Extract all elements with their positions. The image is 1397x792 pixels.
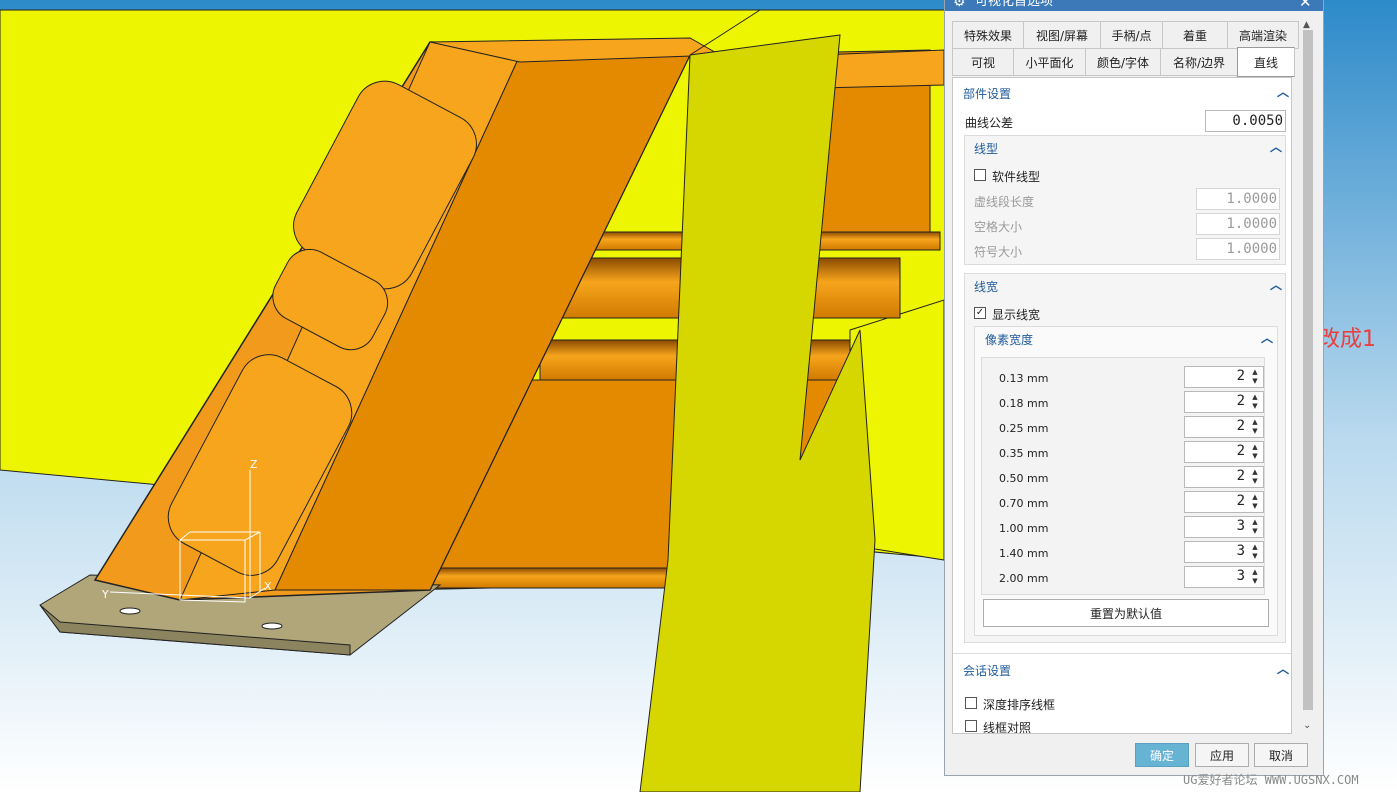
spin-arrows-icon[interactable]: ▲ ▼ — [1250, 518, 1260, 536]
cancel-button[interactable]: 取消 — [1254, 743, 1308, 767]
width-mm-label: 0.35 mm — [999, 447, 1049, 460]
tab-row-1: 特殊效果 视图/屏幕 手柄/点 着重 高端渲染 — [952, 21, 1299, 49]
apply-button[interactable]: 应用 — [1195, 743, 1249, 767]
width-row: 1.40 mm 3 ▲ ▼ — [982, 541, 1272, 566]
gear-icon: ⚙ — [953, 0, 966, 10]
svg-text:Y: Y — [101, 588, 109, 601]
depth-sort-checkbox[interactable] — [965, 697, 977, 709]
spin-arrows-icon[interactable]: ▲ ▼ — [1250, 543, 1260, 561]
width-mm-label: 0.50 mm — [999, 472, 1049, 485]
tab-row-2: 可视 小平面化 颜色/字体 名称/边界 直线 — [952, 47, 1295, 77]
lines-tab-content: 部件设置 ︿ 曲线公差 0.0050 线型 ︿ 软件线型 虚线段长度 1.000… — [952, 77, 1292, 734]
tab-handles-points[interactable]: 手柄/点 — [1100, 21, 1162, 49]
software-line-checkbox[interactable] — [974, 169, 986, 181]
show-line-width-label: 显示线宽 — [992, 308, 1041, 322]
line-width-title: 线宽 — [974, 280, 999, 294]
software-line-label: 软件线型 — [992, 170, 1041, 184]
curve-tolerance-input[interactable]: 0.0050 — [1205, 110, 1286, 132]
width-mm-label: 2.00 mm — [999, 572, 1049, 585]
width-row: 0.35 mm 2 ▲ ▼ — [982, 441, 1272, 466]
width-mm-label: 0.13 mm — [999, 372, 1049, 385]
dialog-title: 可视化首选项 — [975, 0, 1054, 9]
part-settings-title: 部件设置 — [963, 87, 1012, 101]
show-line-width-checkbox[interactable]: ✓ — [974, 307, 986, 319]
width-mm-label: 1.00 mm — [999, 522, 1049, 535]
visualization-preferences-dialog: ⚙ 可视化首选项 ✕ 特殊效果 视图/屏幕 手柄/点 着重 高端渲染 可视 小平… — [944, 0, 1324, 776]
wireframe-contrast-checkbox[interactable] — [965, 720, 977, 732]
width-row: 0.25 mm 2 ▲ ▼ — [982, 416, 1272, 441]
width-row: 0.13 mm 2 ▲ ▼ — [982, 366, 1272, 391]
tab-special-effects[interactable]: 特殊效果 — [952, 21, 1023, 49]
line-width-group: 线宽 ︿ ✓ 显示线宽 像素宽度 ︿ 0.13 mm 2 ▲ ▼ 0.18 mm 2… — [964, 273, 1286, 643]
pixel-width-group: 像素宽度 ︿ 0.13 mm 2 ▲ ▼ 0.18 mm 2 ▲ ▼ 0.25 mm 2… — [974, 326, 1278, 636]
session-divider — [953, 653, 1291, 654]
scroll-up-icon[interactable]: ▲ — [1303, 20, 1310, 30]
width-px-spinner[interactable]: 2 ▲ ▼ — [1184, 416, 1264, 438]
space-size-input[interactable]: 1.0000 — [1196, 213, 1280, 235]
collapse-pixel-width-icon[interactable]: ︿ — [1261, 329, 1273, 346]
tab-visual[interactable]: 可视 — [952, 48, 1013, 76]
tab-color-font[interactable]: 颜色/字体 — [1085, 48, 1160, 76]
dialog-scrollbar[interactable]: ▲ ⌄ — [1300, 20, 1316, 734]
session-settings-title: 会话设置 — [963, 664, 1012, 678]
width-row: 2.00 mm 3 ▲ ▼ — [982, 566, 1272, 591]
spin-arrows-icon[interactable]: ▲ ▼ — [1250, 393, 1260, 411]
width-px-spinner[interactable]: 2 ▲ ▼ — [1184, 491, 1264, 513]
tab-view-screen[interactable]: 视图/屏幕 — [1023, 21, 1100, 49]
spin-arrows-icon[interactable]: ▲ ▼ — [1250, 443, 1260, 461]
pixel-width-list: 0.13 mm 2 ▲ ▼ 0.18 mm 2 ▲ ▼ 0.25 mm 2 ▲ ▼ 0.35… — [981, 357, 1265, 595]
line-type-title: 线型 — [974, 142, 999, 156]
dialog-titlebar[interactable]: ⚙ 可视化首选项 ✕ — [945, 0, 1323, 11]
svg-text:Z: Z — [250, 458, 258, 471]
symbol-size-label: 符号大小 — [974, 245, 1023, 259]
width-px-spinner[interactable]: 3 ▲ ▼ — [1184, 566, 1264, 588]
reset-default-button[interactable]: 重置为默认值 — [983, 599, 1269, 627]
collapse-line-width-icon[interactable]: ︿ — [1270, 276, 1282, 293]
width-px-spinner[interactable]: 2 ▲ ▼ — [1184, 366, 1264, 388]
curve-tolerance-label: 曲线公差 — [965, 116, 1014, 130]
width-px-spinner[interactable]: 3 ▲ ▼ — [1184, 541, 1264, 563]
scroll-thumb[interactable] — [1303, 30, 1313, 710]
width-row: 0.70 mm 2 ▲ ▼ — [982, 491, 1272, 516]
ok-button[interactable]: 确定 — [1135, 743, 1189, 767]
spin-arrows-icon[interactable]: ▲ ▼ — [1250, 468, 1260, 486]
depth-sort-label: 深度排序线框 — [983, 698, 1056, 712]
space-size-label: 空格大小 — [974, 220, 1023, 234]
width-px-spinner[interactable]: 2 ▲ ▼ — [1184, 466, 1264, 488]
collapse-session-settings-icon[interactable]: ︿ — [1277, 660, 1289, 677]
dash-length-label: 虚线段长度 — [974, 195, 1035, 209]
line-type-group: 线型 ︿ 软件线型 虚线段长度 1.0000 空格大小 1.0000 符号大小 … — [964, 135, 1286, 265]
width-mm-label: 0.25 mm — [999, 422, 1049, 435]
svg-text:X: X — [264, 580, 272, 593]
tab-name-border[interactable]: 名称/边界 — [1160, 48, 1237, 76]
width-px-spinner[interactable]: 2 ▲ ▼ — [1184, 391, 1264, 413]
spin-arrows-icon[interactable]: ▲ ▼ — [1250, 493, 1260, 511]
width-mm-label: 1.40 mm — [999, 547, 1049, 560]
width-row: 1.00 mm 3 ▲ ▼ — [982, 516, 1272, 541]
tab-lines[interactable]: 直线 — [1237, 47, 1295, 77]
tab-emphasis[interactable]: 着重 — [1162, 21, 1227, 49]
wireframe-contrast-label: 线框对照 — [983, 721, 1032, 734]
pixel-width-title: 像素宽度 — [985, 333, 1034, 347]
collapse-line-type-icon[interactable]: ︿ — [1270, 138, 1282, 155]
width-row: 0.50 mm 2 ▲ ▼ — [982, 466, 1272, 491]
symbol-size-input[interactable]: 1.0000 — [1196, 238, 1280, 260]
spin-arrows-icon[interactable]: ▲ ▼ — [1250, 568, 1260, 586]
dash-length-input[interactable]: 1.0000 — [1196, 188, 1280, 210]
width-mm-label: 0.70 mm — [999, 497, 1049, 510]
width-row: 0.18 mm 2 ▲ ▼ — [982, 391, 1272, 416]
spin-arrows-icon[interactable]: ▲ ▼ — [1250, 368, 1260, 386]
scroll-down-icon[interactable]: ⌄ — [1303, 720, 1311, 731]
annotation-text: 改成1 — [1318, 327, 1376, 352]
close-icon[interactable]: ✕ — [1299, 0, 1312, 10]
width-mm-label: 0.18 mm — [999, 397, 1049, 410]
collapse-part-settings-icon[interactable]: ︿ — [1277, 83, 1289, 100]
forum-watermark: UG爱好者论坛 WWW.UGSNX.COM — [1183, 773, 1359, 787]
spin-arrows-icon[interactable]: ▲ ▼ — [1250, 418, 1260, 436]
width-px-spinner[interactable]: 2 ▲ ▼ — [1184, 441, 1264, 463]
width-px-spinner[interactable]: 3 ▲ ▼ — [1184, 516, 1264, 538]
tab-facet[interactable]: 小平面化 — [1013, 48, 1085, 76]
tab-high-end-rendering[interactable]: 高端渲染 — [1227, 21, 1299, 49]
